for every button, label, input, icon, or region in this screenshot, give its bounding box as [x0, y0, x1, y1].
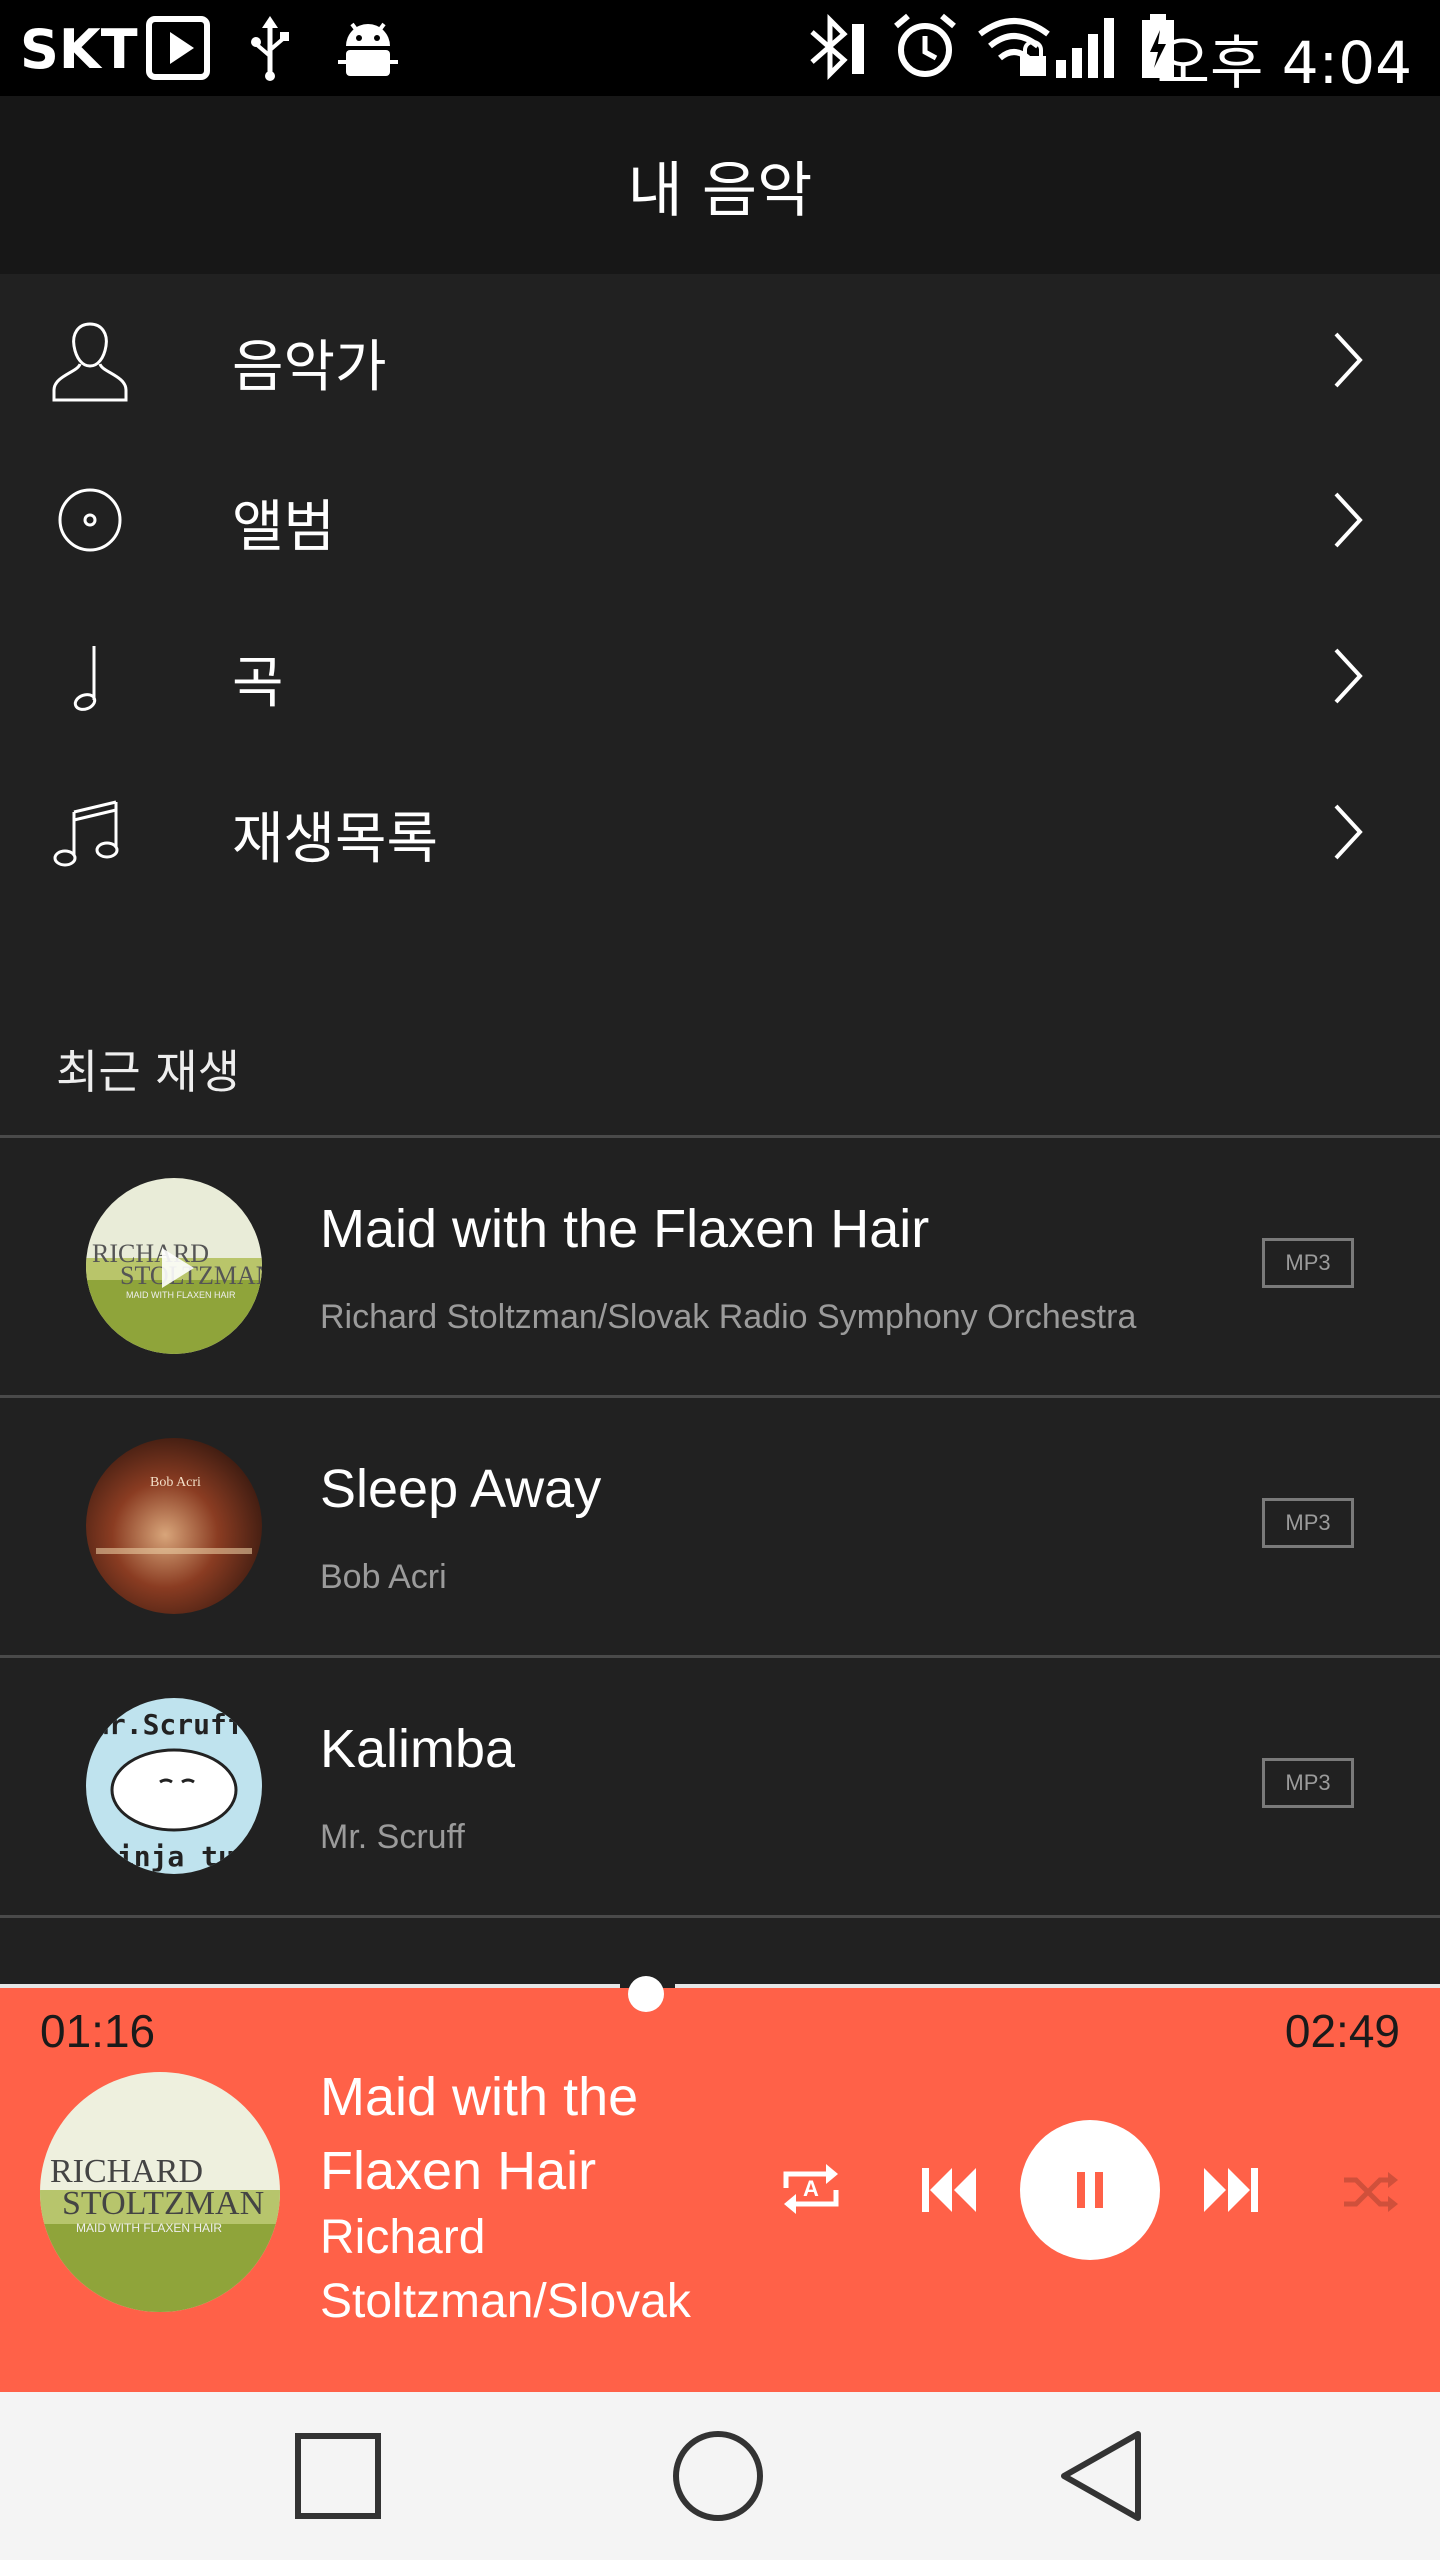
svg-text:ninja tun: ninja tun: [100, 1840, 252, 1873]
usb-icon: [251, 16, 289, 81]
menu-item-albums[interactable]: 앨범: [0, 442, 1440, 598]
next-track-icon[interactable]: [1200, 2164, 1260, 2216]
chevron-right-icon: [1334, 332, 1363, 388]
album-art: Mr.Scruff ninja tun: [86, 1698, 262, 1874]
page-title: 내 음악: [627, 156, 813, 226]
system-nav-bar: [0, 2392, 1440, 2560]
seek-thumb[interactable]: [628, 1976, 664, 2012]
now-playing-title: Maid with the Flaxen Hair: [320, 2067, 639, 2201]
now-playing-artist: Richard Stoltzman/Slovak: [320, 2211, 691, 2328]
album-art: RICHARD STOLTZMAN MAID WITH FLAXEN HAIR: [86, 1178, 262, 1354]
chevron-right-icon: [1334, 492, 1363, 548]
carrier-label: SKT: [20, 18, 138, 81]
recent-track-row[interactable]: Mr.Scruff ninja tun Kalimba Mr. Scruff M…: [0, 1658, 1440, 1914]
menu-label: 음악가: [232, 335, 387, 400]
track-title: Maid with the Flaxen Hair: [320, 1199, 930, 1259]
chevron-right-icon: [1334, 804, 1363, 860]
bluetooth-icon: [810, 14, 864, 81]
svg-text:MAID WITH FLAXEN HAIR: MAID WITH FLAXEN HAIR: [76, 2221, 222, 2235]
previous-track-icon[interactable]: [920, 2164, 980, 2216]
track-artist: Richard Stoltzman/Slovak Radio Symphony …: [320, 1298, 1137, 1336]
recent-track-row[interactable]: RICHARD STOLTZMAN MAID WITH FLAXEN HAIR …: [0, 1138, 1440, 1394]
track-artist: Bob Acri: [320, 1558, 447, 1596]
shuffle-icon[interactable]: [1342, 2170, 1398, 2214]
menu-item-songs[interactable]: 곡: [0, 598, 1440, 754]
format-badge: MP3: [1262, 1498, 1354, 1548]
svg-text:STOLTZMAN: STOLTZMAN: [120, 1261, 262, 1290]
track-title: Sleep Away: [320, 1459, 602, 1519]
note-icon: [73, 646, 97, 711]
person-icon: [52, 322, 128, 402]
svg-text:Bob Acri: Bob Acri: [150, 1475, 201, 1490]
menu-item-artists[interactable]: 음악가: [0, 282, 1440, 438]
svg-text:MAID WITH FLAXEN HAIR: MAID WITH FLAXEN HAIR: [126, 1290, 236, 1300]
format-badge: MP3: [1262, 1238, 1354, 1288]
clock: 오후 4:04: [1156, 29, 1412, 97]
playlist-icon: [53, 800, 119, 867]
recent-track-row[interactable]: Bob Acri Sleep Away Bob Acri MP3: [0, 1398, 1440, 1654]
recent-section-title: 최근 재생: [56, 1045, 240, 1099]
divider: [0, 1915, 1440, 1918]
menu-item-playlists[interactable]: 재생목록: [0, 754, 1440, 910]
pause-icon: [1077, 2172, 1103, 2208]
app-header: 내 음악: [0, 96, 1440, 274]
menu-label: 곡: [232, 651, 284, 716]
signal-icon: [1056, 18, 1114, 78]
chevron-right-icon: [1334, 648, 1363, 704]
svg-text:STOLTZMAN: STOLTZMAN: [62, 2185, 264, 2222]
seek-track-remaining: [675, 1984, 1440, 1988]
home-circle-icon[interactable]: [672, 2430, 764, 2522]
status-bar: SKT 오후 4:04: [0, 0, 1440, 97]
play-store-icon: [146, 16, 210, 80]
seek-track-played: [0, 1984, 620, 1988]
now-playing-album-art[interactable]: RICHARD STOLTZMAN MAID WITH FLAXEN HAIR: [40, 2072, 280, 2312]
album-art: Bob Acri: [86, 1438, 262, 1614]
track-artist: Mr. Scruff: [320, 1818, 465, 1856]
android-debug-icon: [338, 22, 398, 76]
disc-icon: [58, 488, 122, 552]
repeat-icon[interactable]: A: [776, 2154, 846, 2224]
wifi-lock-icon: [978, 18, 1050, 76]
svg-text:A: A: [803, 2176, 819, 2201]
back-triangle-icon[interactable]: [1058, 2430, 1144, 2522]
alarm-icon: [894, 13, 956, 77]
pause-button[interactable]: [1020, 2120, 1160, 2260]
recents-square-icon[interactable]: [294, 2432, 382, 2520]
format-badge: MP3: [1262, 1758, 1354, 1808]
track-title: Kalimba: [320, 1719, 516, 1779]
menu-label: 앨범: [232, 495, 336, 560]
track-duration: 02:49: [1284, 2005, 1400, 2057]
svg-text:Mr.Scruff: Mr.Scruff: [92, 1708, 244, 1741]
elapsed-time: 01:16: [40, 2005, 156, 2057]
menu-label: 재생목록: [232, 807, 439, 872]
